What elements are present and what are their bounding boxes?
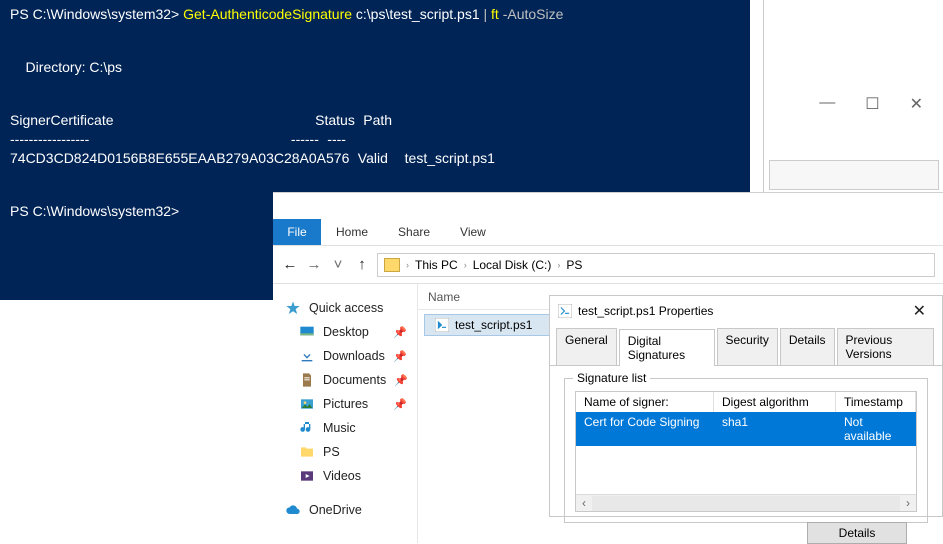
nav-row: ← → ˅ ↑ › This PC › Local Disk (C:) › PS xyxy=(273,246,943,284)
col-path: Path xyxy=(363,112,392,128)
ribbon-tabs: File Home Share View xyxy=(273,219,943,246)
tab-digital-signatures[interactable]: Digital Signatures xyxy=(619,329,715,366)
cmdlet: Get-AuthenticodeSignature xyxy=(183,6,352,22)
col-digest-header[interactable]: Digest algorithm xyxy=(714,392,836,412)
pin-icon: 📌 xyxy=(393,350,407,363)
signature-list-group: Signature list Name of signer: Digest al… xyxy=(564,378,928,523)
row-cert: 74CD3CD824D0156B8E655EAAB279A03C28A0A576 xyxy=(10,150,349,166)
label: Desktop xyxy=(323,325,369,339)
ps1-file-icon xyxy=(558,304,572,318)
nav-back-button[interactable]: ← xyxy=(281,256,299,273)
star-icon xyxy=(285,300,301,316)
signature-table: Name of signer: Digest algorithm Timesta… xyxy=(575,391,917,512)
cmdlet-ft: ft xyxy=(487,6,503,22)
sidebar-downloads[interactable]: Downloads 📌 xyxy=(285,344,407,368)
label: Music xyxy=(323,421,356,435)
minimize-icon[interactable]: — xyxy=(819,94,835,126)
sidebar-desktop[interactable]: Desktop 📌 xyxy=(285,320,407,344)
cmd-arg: c:\ps\test_script.ps1 xyxy=(352,6,484,22)
row-status: Valid xyxy=(358,150,388,166)
label: Videos xyxy=(323,469,361,483)
props-title-text: test_script.ps1 Properties xyxy=(578,304,713,318)
cell-timestamp: Not available xyxy=(836,412,916,446)
tab-details[interactable]: Details xyxy=(780,328,835,365)
sidebar-onedrive[interactable]: OneDrive xyxy=(285,498,407,522)
group-legend: Signature list xyxy=(573,371,650,385)
underline3: ---- xyxy=(327,131,346,147)
sidebar-ps[interactable]: PS xyxy=(285,440,407,464)
col-signer: SignerCertificate xyxy=(10,112,114,128)
ribbon-home-tab[interactable]: Home xyxy=(321,219,383,245)
breadcrumb[interactable]: › This PC › Local Disk (C:) › PS xyxy=(377,253,935,277)
pictures-icon xyxy=(299,396,315,412)
prompt2: PS C:\Windows\system32> xyxy=(10,203,179,219)
window-controls-bg: — ☐ ✕ xyxy=(763,86,943,126)
music-icon xyxy=(299,420,315,436)
chevron-right-icon[interactable]: › xyxy=(406,260,409,270)
col-timestamp-header[interactable]: Timestamp xyxy=(836,392,916,412)
scroll-right-icon[interactable]: › xyxy=(900,496,916,510)
sidebar-documents[interactable]: Documents 📌 xyxy=(285,368,407,392)
breadcrumb-c[interactable]: Local Disk (C:) xyxy=(473,258,552,272)
properties-dialog: test_script.ps1 Properties ✕ General Dig… xyxy=(549,295,943,517)
horizontal-scrollbar[interactable]: ‹ › xyxy=(576,494,916,511)
close-icon[interactable]: ✕ xyxy=(910,94,923,126)
maximize-icon[interactable]: ☐ xyxy=(865,94,879,126)
switch-autosize: -AutoSize xyxy=(503,6,564,22)
videos-icon xyxy=(299,468,315,484)
background-inner-panel xyxy=(769,160,939,190)
label: Pictures xyxy=(323,397,368,411)
pin-icon: 📌 xyxy=(393,326,407,339)
details-button[interactable]: Details xyxy=(807,522,907,544)
tab-previous-versions[interactable]: Previous Versions xyxy=(837,328,934,365)
desktop-icon xyxy=(299,324,315,340)
sidebar-videos[interactable]: Videos xyxy=(285,464,407,488)
props-tabs: General Digital Signatures Security Deta… xyxy=(550,326,942,366)
pin-icon: 📌 xyxy=(393,398,407,411)
tab-general[interactable]: General xyxy=(556,328,617,365)
nav-recent-dropdown[interactable]: ˅ xyxy=(329,256,347,273)
label: Downloads xyxy=(323,349,385,363)
label: Documents xyxy=(323,373,386,387)
col-name-header[interactable]: Name of signer: xyxy=(576,392,714,412)
file-name: test_script.ps1 xyxy=(455,318,532,332)
sidebar-pictures[interactable]: Pictures 📌 xyxy=(285,392,407,416)
props-titlebar[interactable]: test_script.ps1 Properties ✕ xyxy=(550,296,942,326)
documents-icon xyxy=(299,372,315,388)
folder-icon xyxy=(299,444,315,460)
cell-digest: sha1 xyxy=(714,412,836,446)
sidebar-music[interactable]: Music xyxy=(285,416,407,440)
cell-signer-name: Cert for Code Signing xyxy=(576,412,714,446)
chevron-right-icon[interactable]: › xyxy=(557,260,560,270)
ribbon-view-tab[interactable]: View xyxy=(445,219,501,245)
scroll-left-icon[interactable]: ‹ xyxy=(576,496,592,510)
col-status: Status xyxy=(315,112,355,128)
nav-forward-button[interactable]: → xyxy=(305,256,323,273)
breadcrumb-thispc[interactable]: This PC xyxy=(415,258,458,272)
underline2: ------ xyxy=(291,131,319,147)
table-header: Name of signer: Digest algorithm Timesta… xyxy=(576,392,916,412)
underline1: ----------------- xyxy=(10,131,89,147)
nav-up-button[interactable]: ↑ xyxy=(353,256,371,273)
tab-security[interactable]: Security xyxy=(717,328,778,365)
row-path: test_script.ps1 xyxy=(405,150,495,166)
chevron-right-icon[interactable]: › xyxy=(464,260,467,270)
ribbon-file-tab[interactable]: File xyxy=(273,219,321,245)
label: OneDrive xyxy=(309,503,362,517)
ribbon-share-tab[interactable]: Share xyxy=(383,219,445,245)
pin-icon: 📌 xyxy=(394,374,408,387)
breadcrumb-ps[interactable]: PS xyxy=(566,258,582,272)
output-directory: Directory: C:\ps xyxy=(10,59,122,75)
close-button[interactable]: ✕ xyxy=(905,301,934,321)
explorer-sidebar: Quick access Desktop 📌 Downloads 📌 Documen… xyxy=(273,284,418,543)
scroll-track[interactable] xyxy=(592,496,900,511)
label: PS xyxy=(323,445,340,459)
signature-row[interactable]: Cert for Code Signing sha1 Not available xyxy=(576,412,916,446)
prompt: PS C:\Windows\system32> xyxy=(10,6,183,22)
breadcrumb-folder-icon xyxy=(384,258,400,272)
sidebar-quick-access[interactable]: Quick access xyxy=(285,296,407,320)
download-icon xyxy=(299,348,315,364)
label: Quick access xyxy=(309,301,383,315)
ps1-file-icon xyxy=(435,318,449,332)
